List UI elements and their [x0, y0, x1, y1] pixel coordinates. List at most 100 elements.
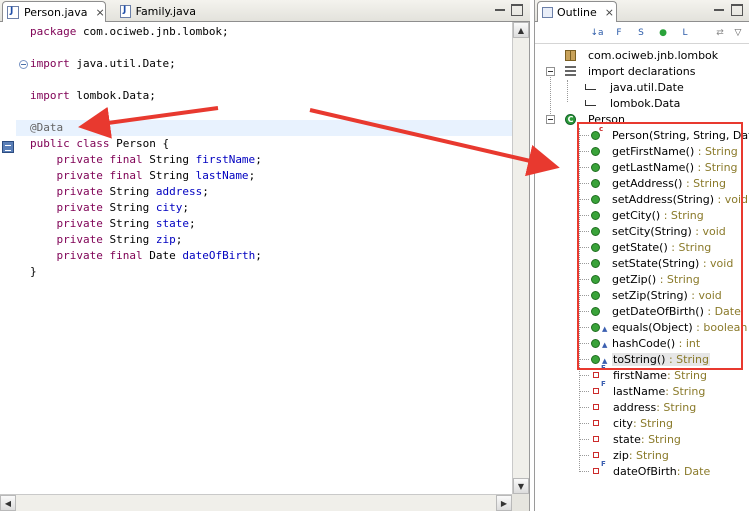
occurrence-marker-icon[interactable]: [2, 141, 14, 153]
keyword-token: private: [30, 217, 110, 230]
minimize-icon[interactable]: [494, 4, 506, 16]
field-type: : String: [640, 432, 681, 446]
code-token: Person {: [116, 137, 170, 150]
tab-outline[interactable]: Outline ⨯: [537, 1, 617, 22]
close-tab-icon[interactable]: ⨯: [605, 6, 614, 19]
field-node[interactable]: address : String: [593, 399, 696, 415]
code-line[interactable]: private String state;: [30, 216, 510, 232]
private-field-icon: [593, 404, 599, 410]
vertical-scrollbar[interactable]: ▲ ▼: [512, 22, 529, 494]
hide-static-icon[interactable]: S: [634, 26, 648, 40]
scroll-up-icon[interactable]: ▲: [513, 22, 529, 38]
scroll-left-icon[interactable]: ◀: [0, 495, 16, 511]
private-field-icon: [593, 468, 599, 474]
code-token: Date: [149, 249, 183, 262]
code-line[interactable]: @Data: [30, 120, 510, 136]
keyword-token: private: [30, 233, 110, 246]
field-token: lastName: [195, 169, 249, 182]
close-tab-icon[interactable]: ⨯: [96, 6, 105, 19]
field-name: zip: [613, 448, 629, 462]
field-node[interactable]: FlastName : String: [593, 380, 705, 399]
field-token: zip: [155, 233, 176, 246]
package-icon: [565, 49, 576, 61]
field-name: lastName: [613, 384, 666, 398]
tab-label: Family.java: [135, 5, 196, 18]
keyword-token: private final: [30, 249, 150, 262]
field-token: dateOfBirth: [182, 249, 256, 262]
maximize-icon[interactable]: [511, 4, 523, 16]
import-name: lombok.Data: [610, 96, 681, 110]
code-line[interactable]: package com.ociweb.jnb.lombok;: [30, 24, 510, 40]
keyword-token: public class: [30, 137, 117, 150]
code-line[interactable]: import java.util.Date;: [30, 56, 510, 72]
code-line[interactable]: private String city;: [30, 200, 510, 216]
code-line[interactable]: public class Person {: [30, 136, 510, 152]
outline-view-icon: [542, 6, 553, 18]
field-type: : String: [656, 400, 697, 414]
vertical-ruler: [0, 22, 16, 494]
private-field-icon: [593, 420, 599, 426]
link-editor-icon[interactable]: ⇄: [713, 26, 727, 40]
field-name: city: [613, 416, 633, 430]
keyword-token: import: [30, 57, 77, 70]
imports-node[interactable]: import declarations: [565, 63, 695, 79]
import-item[interactable]: lombok.Data: [585, 95, 680, 111]
code-line[interactable]: private final String firstName;: [30, 152, 510, 168]
view-menu-icon[interactable]: ▽: [731, 26, 745, 40]
tab-label: Outline: [557, 5, 597, 19]
code-token: String: [109, 233, 156, 246]
code-token: }: [30, 265, 37, 278]
private-field-icon: [593, 372, 599, 378]
hide-fields-icon[interactable]: F: [612, 26, 626, 40]
field-node[interactable]: state : String: [593, 431, 681, 447]
code-line[interactable]: }: [30, 264, 510, 280]
keyword-token: import: [30, 89, 77, 102]
code-token: lombok.Data;: [76, 89, 156, 102]
collapse-imports-icon[interactable]: [546, 67, 555, 76]
code-line[interactable]: private String zip;: [30, 232, 510, 248]
field-type: : String: [666, 368, 707, 382]
collapse-class-icon[interactable]: [546, 115, 555, 124]
annotation-token: @Data: [30, 121, 64, 134]
code-token: String: [109, 201, 156, 214]
sort-icon[interactable]: ↓a: [590, 26, 604, 40]
code-token: ;: [255, 153, 262, 166]
package-node[interactable]: com.ociweb.jnb.lombok: [565, 47, 718, 63]
java-editor[interactable]: Person.java ⨯ Family.java package com.oc…: [0, 0, 530, 511]
field-token: address: [155, 185, 203, 198]
maximize-icon[interactable]: [731, 4, 743, 16]
code-token: ;: [188, 217, 196, 230]
hide-local-types-icon[interactable]: L: [678, 26, 692, 40]
code-token: ;: [202, 185, 209, 198]
code-token: String: [109, 217, 156, 230]
field-node[interactable]: city : String: [593, 415, 673, 431]
tab-person-java[interactable]: Person.java ⨯: [2, 1, 106, 22]
keyword-token: private final: [30, 153, 150, 166]
scroll-right-icon[interactable]: ▶: [496, 495, 512, 511]
package-name: com.ociweb.jnb.lombok: [588, 48, 719, 62]
hide-nonpublic-icon[interactable]: ●: [656, 26, 670, 40]
final-marker: F: [601, 380, 606, 388]
code-line[interactable]: import lombok.Data;: [30, 88, 510, 104]
code-token: ;: [255, 249, 262, 262]
field-type: : String: [628, 448, 669, 462]
keyword-token: private: [30, 201, 110, 214]
code-line[interactable]: private final String lastName;: [30, 168, 510, 184]
field-token: firstName: [195, 153, 256, 166]
fold-toggle-icon[interactable]: [19, 60, 28, 69]
minimize-icon[interactable]: [713, 4, 725, 16]
horizontal-scrollbar[interactable]: ◀ ▶: [0, 494, 512, 511]
code-token: String: [149, 169, 196, 182]
code-token: ;: [182, 201, 189, 214]
code-token: String: [109, 185, 156, 198]
import-icon: [585, 100, 596, 106]
tab-family-java[interactable]: Family.java: [116, 1, 196, 22]
code-line[interactable]: private String address;: [30, 184, 510, 200]
import-container-icon: [565, 66, 576, 76]
import-item[interactable]: java.util.Date: [585, 79, 684, 95]
scroll-down-icon[interactable]: ▼: [513, 478, 529, 494]
field-node[interactable]: FdateOfBirth : Date: [593, 460, 710, 479]
code-line[interactable]: private final Date dateOfBirth;: [30, 248, 510, 264]
field-name: dateOfBirth: [613, 464, 677, 478]
import-name: java.util.Date: [610, 80, 684, 94]
